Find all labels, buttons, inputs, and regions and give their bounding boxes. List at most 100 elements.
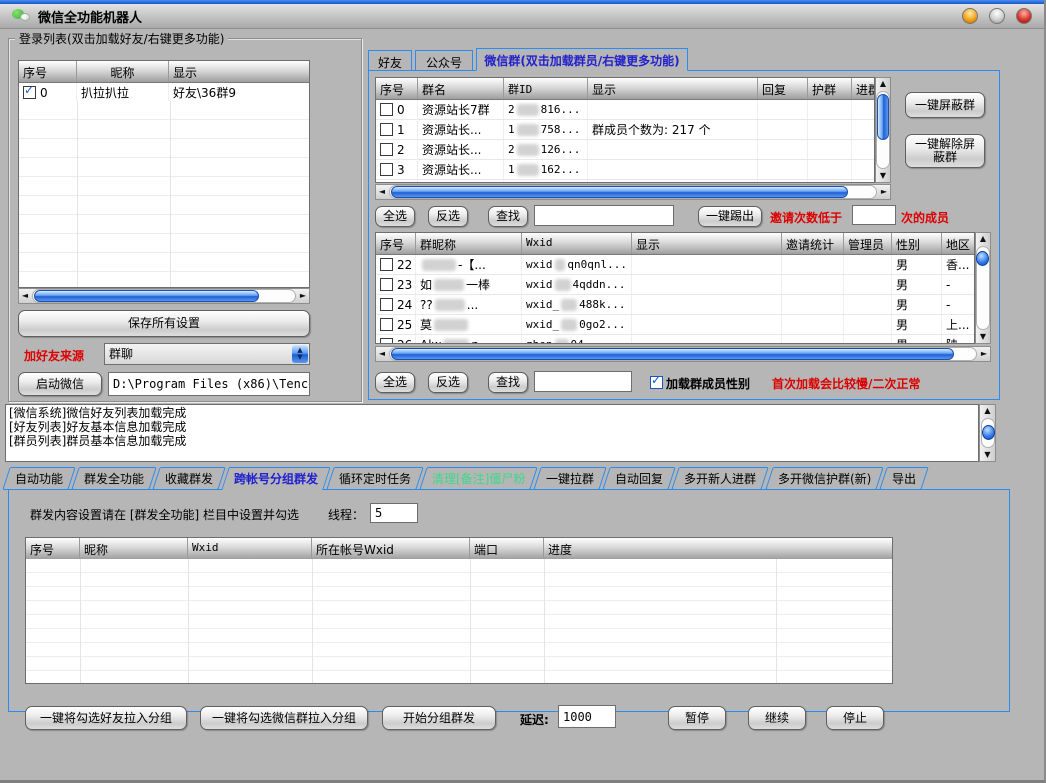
tab-loop-timer-task[interactable]: 循环定时任务 [326,467,423,490]
account-display: 好友\36群9 [169,83,309,102]
member-table[interactable]: 序号 群昵称 Wxid 显示 邀请统计 管理员 性别 地区 22 -【... w… [375,232,975,344]
tab-multi-guard-group[interactable]: 多开微信护群(新) [765,467,884,490]
member-select-all-button[interactable]: 全选 [375,372,415,393]
tab-mass-send[interactable]: 群发全功能 [71,467,156,490]
tab-auto-functions[interactable]: 自动功能 [2,467,75,490]
table-row[interactable]: 23 如一棒 wxid4qddn... 男 - [376,275,974,295]
col-num: 序号 [19,61,77,82]
login-table[interactable]: 序号 昵称 显示 0 扒拉扒拉 好友\36群9 [18,60,310,288]
log-line: [微信系统]微信好友列表加载完成 [9,406,975,420]
scroll-left-icon[interactable]: ◄ [376,186,388,198]
table-row[interactable]: 0 扒拉扒拉 好友\36群9 [19,83,309,103]
scroll-up-icon[interactable]: ▲ [984,405,990,417]
invite-count-input[interactable] [852,205,896,225]
block-group-button[interactable]: 一键屏蔽群 [905,92,985,118]
table-row[interactable]: 1 资源站长... 1758... 群成员个数为: 217 个 [376,120,874,140]
log-box[interactable]: [微信系统]微信好友列表加载完成 [好友列表]好友基本信息加载完成 [群员列表]… [5,404,979,462]
group-select-all-button[interactable]: 全选 [375,206,415,227]
scroll-up-icon[interactable]: ▲ [880,78,886,90]
group-search-button[interactable]: 查找 [488,206,528,227]
close-button[interactable] [1016,8,1032,24]
group-table-vscrollbar[interactable]: ▲ ▼ [875,77,891,183]
first-load-note: 首次加载会比较慢/二次正常 [772,375,920,392]
delay-input[interactable] [558,705,616,728]
table-row[interactable]: 22 -【... wxidqn0qnl... 男 香... [376,255,974,275]
member-table-hscrollbar[interactable]: ◄ ► [375,346,991,362]
tab-auto-reply[interactable]: 自动回复 [603,467,676,490]
log-vscrollbar[interactable]: ▲ ▼ [979,404,996,462]
scroll-up-icon[interactable]: ▲ [980,233,986,245]
save-all-settings-button[interactable]: 保存所有设置 [18,310,310,337]
load-gender-label: 加载群成员性别 [666,375,750,392]
tab-export[interactable]: 导出 [879,467,928,490]
scroll-down-icon[interactable]: ▼ [980,331,986,343]
group-invert-button[interactable]: 反选 [428,206,468,227]
login-table-hscrollbar[interactable]: ◄ ► [18,288,310,304]
tab-wechat-groups[interactable]: 微信群(双击加载群员/右键更多功能) [476,48,688,71]
table-row[interactable]: 4 资源站长1群 2730... [376,180,874,183]
table-row[interactable]: 24 ??... wxid_488k... 男 - [376,295,974,315]
table-row[interactable]: 26 Alwn... zhen04 男 陕... [376,335,974,344]
member-checkbox[interactable] [380,338,393,344]
invite-filter-label: 邀请次数低于 [770,209,842,226]
member-checkbox[interactable] [380,298,393,311]
wechat-path-field[interactable]: D:\Program Files (x86)\Tencent\We [108,372,310,396]
maximize-button[interactable] [989,8,1005,24]
select-spinner-icon[interactable]: ▲▼ [292,345,308,363]
empty-rows [26,559,892,683]
stop-button[interactable]: 停止 [826,706,884,730]
group-checkbox[interactable] [380,103,393,116]
table-row[interactable]: 2 资源站长... 2126... [376,140,874,160]
app-window: 微信全功能机器人 登录列表(双击加载好友/右键更多功能) 序号 昵称 显示 0 … [0,0,1046,783]
group-checkbox[interactable] [380,123,393,136]
start-group-send-button[interactable]: 开始分组群发 [382,706,496,730]
account-checkbox[interactable] [23,86,36,99]
member-search-input[interactable] [534,371,632,392]
group-table-hscrollbar[interactable]: ◄ ► [375,184,891,200]
tab-official-accounts[interactable]: 公众号 [415,50,473,71]
member-invert-button[interactable]: 反选 [428,372,468,393]
tab-one-key-pull-group[interactable]: 一键拉群 [534,467,607,490]
group-search-input[interactable] [534,205,674,226]
scroll-left-icon[interactable]: ◄ [376,348,388,360]
member-checkbox[interactable] [380,318,393,331]
member-table-vscrollbar[interactable]: ▲ ▼ [975,232,991,344]
continue-button[interactable]: 继续 [748,706,806,730]
table-row[interactable]: 25 莫 wxid_0go2... 男 上... [376,315,974,335]
unblock-group-button[interactable]: 一键解除屏蔽群 [905,134,985,168]
scroll-left-icon[interactable]: ◄ [19,290,31,302]
tab-favorite-send[interactable]: 收藏群发 [152,467,225,490]
tab-friends[interactable]: 好友 [368,50,412,71]
scroll-right-icon[interactable]: ► [297,290,309,302]
scroll-right-icon[interactable]: ► [978,348,990,360]
load-gender-checkbox[interactable] [650,376,663,389]
table-row[interactable]: 3 资源站长... 1162... [376,160,874,180]
tab-clean-zombie-fans[interactable]: 清理[备注]僵尸粉 [419,467,538,490]
title-bar[interactable]: 微信全功能机器人 [0,4,1044,29]
member-checkbox[interactable] [380,278,393,291]
group-table[interactable]: 序号 群名 群ID 显示 回复 护群 进群 0 资源站长7群 2816... 1… [375,77,875,183]
tab-multi-newcomer-join[interactable]: 多开新人进群 [672,467,769,490]
add-checked-wechat-groups-button[interactable]: 一键将勾选微信群拉入分组 [200,706,368,730]
member-checkbox[interactable] [380,258,393,271]
pause-button[interactable]: 暂停 [668,706,726,730]
scroll-down-icon[interactable]: ▼ [984,449,990,461]
member-search-button[interactable]: 查找 [488,372,528,393]
scroll-down-icon[interactable]: ▼ [880,170,886,182]
thread-label: 线程： [328,506,364,523]
log-line: [群员列表]群员基本信息加载完成 [9,434,975,448]
send-task-table[interactable]: 序号 昵称 Wxid 所在帐号Wxid 端口 进度 [25,537,893,684]
group-checkbox[interactable] [380,143,393,156]
tab-cross-account-group-send[interactable]: 跨帐号分组群发 [221,467,330,490]
kick-out-button[interactable]: 一键踢出 [698,206,762,227]
add-checked-friends-to-group-button[interactable]: 一键将勾选好友拉入分组 [25,706,187,730]
delay-label: 延迟: [520,711,549,728]
window-title: 微信全功能机器人 [38,7,142,26]
thread-count-input[interactable] [370,503,418,523]
group-checkbox[interactable] [380,163,393,176]
add-friend-source-select[interactable]: 群聊 ▲▼ [104,343,310,365]
scroll-right-icon[interactable]: ► [878,186,890,198]
launch-wechat-button[interactable]: 启动微信 [18,372,102,396]
table-row[interactable]: 0 资源站长7群 2816... [376,100,874,120]
minimize-button[interactable] [962,8,978,24]
